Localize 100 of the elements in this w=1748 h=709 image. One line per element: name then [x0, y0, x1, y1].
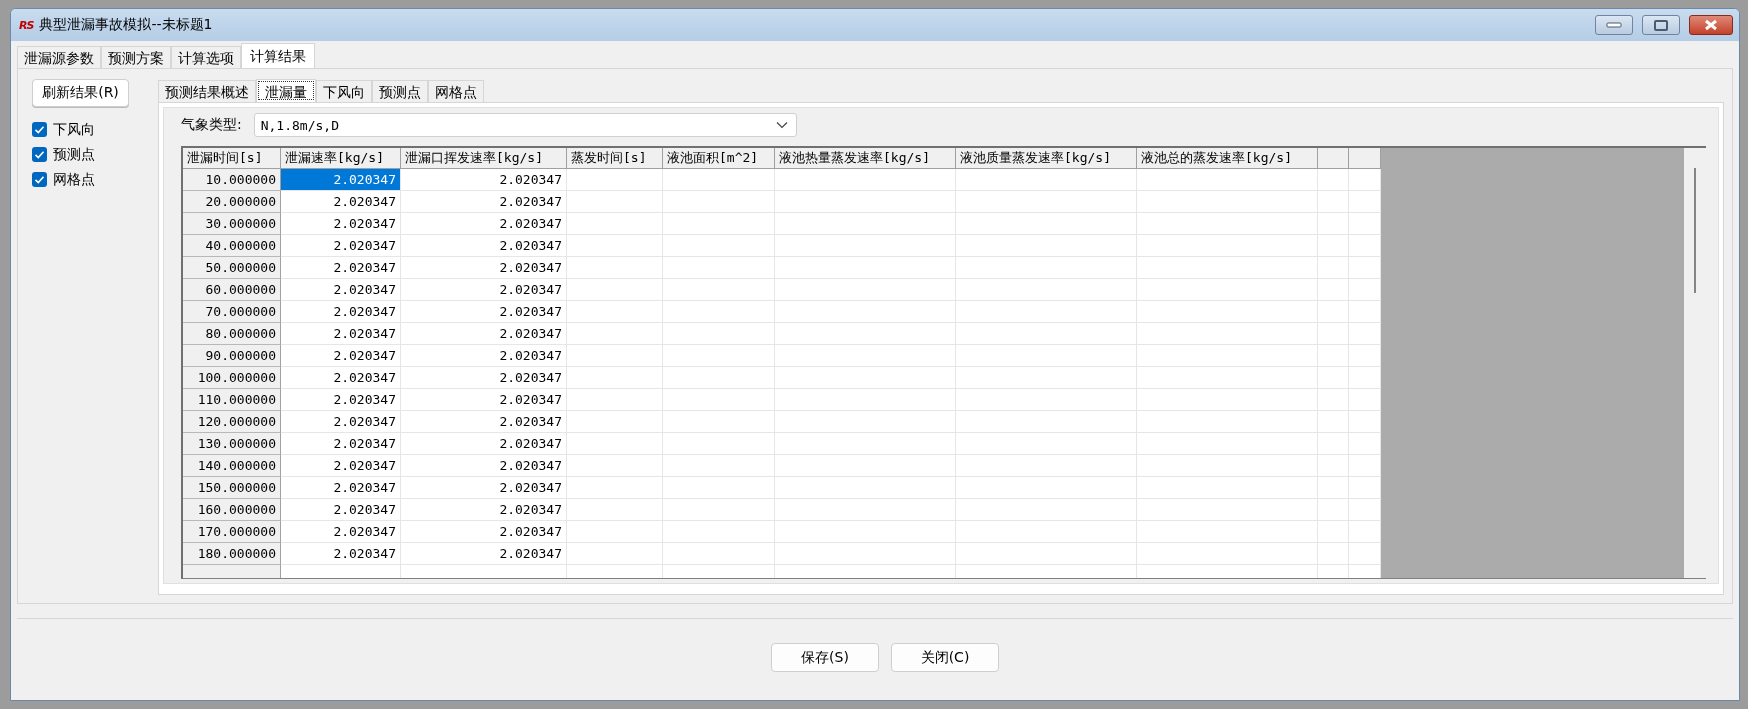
table-cell[interactable]	[956, 367, 1137, 389]
table-cell[interactable]	[956, 169, 1137, 191]
table-cell[interactable]: 2.020347	[401, 411, 567, 433]
table-cell[interactable]	[663, 521, 775, 543]
table-cell[interactable]	[1318, 257, 1349, 279]
table-cell[interactable]: 2.020347	[281, 411, 401, 433]
table-cell[interactable]	[1318, 169, 1349, 191]
table-cell[interactable]	[775, 301, 956, 323]
refresh-button[interactable]: 刷新结果(R)	[32, 79, 129, 107]
table-cell[interactable]	[956, 345, 1137, 367]
table-cell[interactable]	[567, 433, 663, 455]
table-cell[interactable]	[567, 301, 663, 323]
table-cell[interactable]	[567, 367, 663, 389]
table-cell[interactable]	[956, 191, 1137, 213]
table-cell[interactable]: 2.020347	[401, 213, 567, 235]
table-cell[interactable]	[1137, 521, 1318, 543]
table-cell[interactable]	[956, 389, 1137, 411]
table-cell[interactable]: 2.020347	[401, 169, 567, 191]
table-cell[interactable]	[567, 455, 663, 477]
table-cell[interactable]	[567, 235, 663, 257]
tab[interactable]: 计算选项	[171, 46, 241, 68]
table-cell[interactable]	[956, 213, 1137, 235]
weather-dropdown[interactable]: N,1.8m/s,D	[253, 113, 797, 137]
table-cell[interactable]	[775, 455, 956, 477]
dialog-button[interactable]: 关闭(C)	[891, 643, 999, 672]
table-cell[interactable]	[1137, 411, 1318, 433]
tab[interactable]: 下风向	[316, 80, 372, 102]
table-cell[interactable]	[1318, 301, 1349, 323]
table-cell[interactable]	[1318, 367, 1349, 389]
table-cell[interactable]	[1137, 499, 1318, 521]
table-cell[interactable]: 2.020347	[401, 389, 567, 411]
tab[interactable]: 泄漏量	[256, 79, 316, 102]
table-cell[interactable]: 2.020347	[281, 433, 401, 455]
table-cell[interactable]	[663, 301, 775, 323]
table-cell[interactable]	[1318, 213, 1349, 235]
table-cell[interactable]: 2.020347	[401, 191, 567, 213]
table-cell[interactable]	[1137, 191, 1318, 213]
table-cell[interactable]	[663, 455, 775, 477]
table-cell[interactable]	[567, 345, 663, 367]
table-cell[interactable]	[1318, 323, 1349, 345]
table-cell[interactable]	[663, 499, 775, 521]
table-cell[interactable]	[663, 543, 775, 565]
table-cell[interactable]: 2.020347	[401, 279, 567, 301]
table-cell[interactable]	[1137, 455, 1318, 477]
table-cell[interactable]	[956, 235, 1137, 257]
table-cell[interactable]	[956, 411, 1137, 433]
table-cell[interactable]: 2.020347	[401, 455, 567, 477]
table-cell[interactable]	[775, 521, 956, 543]
tab[interactable]: 预测方案	[101, 46, 171, 68]
table-cell[interactable]	[775, 169, 956, 191]
table-cell[interactable]	[567, 323, 663, 345]
table-cell[interactable]	[567, 191, 663, 213]
table-cell[interactable]	[1137, 367, 1318, 389]
table-cell[interactable]	[663, 433, 775, 455]
table-cell[interactable]	[775, 213, 956, 235]
table-cell[interactable]: 2.020347	[281, 279, 401, 301]
table-cell[interactable]: 2.020347	[401, 257, 567, 279]
table-cell[interactable]	[775, 367, 956, 389]
table-cell[interactable]	[567, 169, 663, 191]
table-cell[interactable]	[567, 257, 663, 279]
table-cell[interactable]	[1137, 345, 1318, 367]
table-cell[interactable]	[1137, 543, 1318, 565]
checkbox[interactable]	[32, 147, 47, 162]
table-cell[interactable]: 2.020347	[281, 323, 401, 345]
dialog-button[interactable]: 保存(S)	[771, 643, 879, 672]
table-cell[interactable]	[1137, 169, 1318, 191]
table-cell[interactable]: 2.020347	[401, 499, 567, 521]
table-cell[interactable]	[775, 257, 956, 279]
tab[interactable]: 预测点	[372, 80, 428, 102]
tab[interactable]: 预测结果概述	[158, 80, 256, 102]
table-cell[interactable]	[956, 521, 1137, 543]
table-cell[interactable]: 2.020347	[281, 367, 401, 389]
tab[interactable]: 计算结果	[241, 43, 315, 68]
table-cell[interactable]: 2.020347	[281, 235, 401, 257]
table-cell[interactable]: 2.020347	[281, 213, 401, 235]
table-cell[interactable]: 2.020347	[401, 235, 567, 257]
table-cell[interactable]	[567, 521, 663, 543]
table-cell[interactable]	[956, 257, 1137, 279]
tab[interactable]: 网格点	[428, 80, 484, 102]
table-cell[interactable]	[1137, 389, 1318, 411]
table-cell[interactable]: 2.020347	[281, 169, 401, 191]
table-cell[interactable]: 2.020347	[281, 389, 401, 411]
table-cell[interactable]	[775, 543, 956, 565]
table-cell[interactable]: 2.020347	[401, 323, 567, 345]
table-cell[interactable]	[663, 279, 775, 301]
table-cell[interactable]: 2.020347	[401, 367, 567, 389]
table-cell[interactable]	[663, 323, 775, 345]
table-cell[interactable]	[567, 499, 663, 521]
table-cell[interactable]	[775, 345, 956, 367]
table-cell[interactable]	[1137, 433, 1318, 455]
table-cell[interactable]	[1137, 213, 1318, 235]
table-cell[interactable]	[956, 543, 1137, 565]
table-cell[interactable]: 2.020347	[281, 499, 401, 521]
table-cell[interactable]: 2.020347	[401, 301, 567, 323]
table-cell[interactable]	[567, 543, 663, 565]
table-cell[interactable]: 2.020347	[401, 521, 567, 543]
table-cell[interactable]	[567, 213, 663, 235]
table-cell[interactable]	[1318, 521, 1349, 543]
table-cell[interactable]	[1137, 477, 1318, 499]
table-cell[interactable]	[956, 301, 1137, 323]
